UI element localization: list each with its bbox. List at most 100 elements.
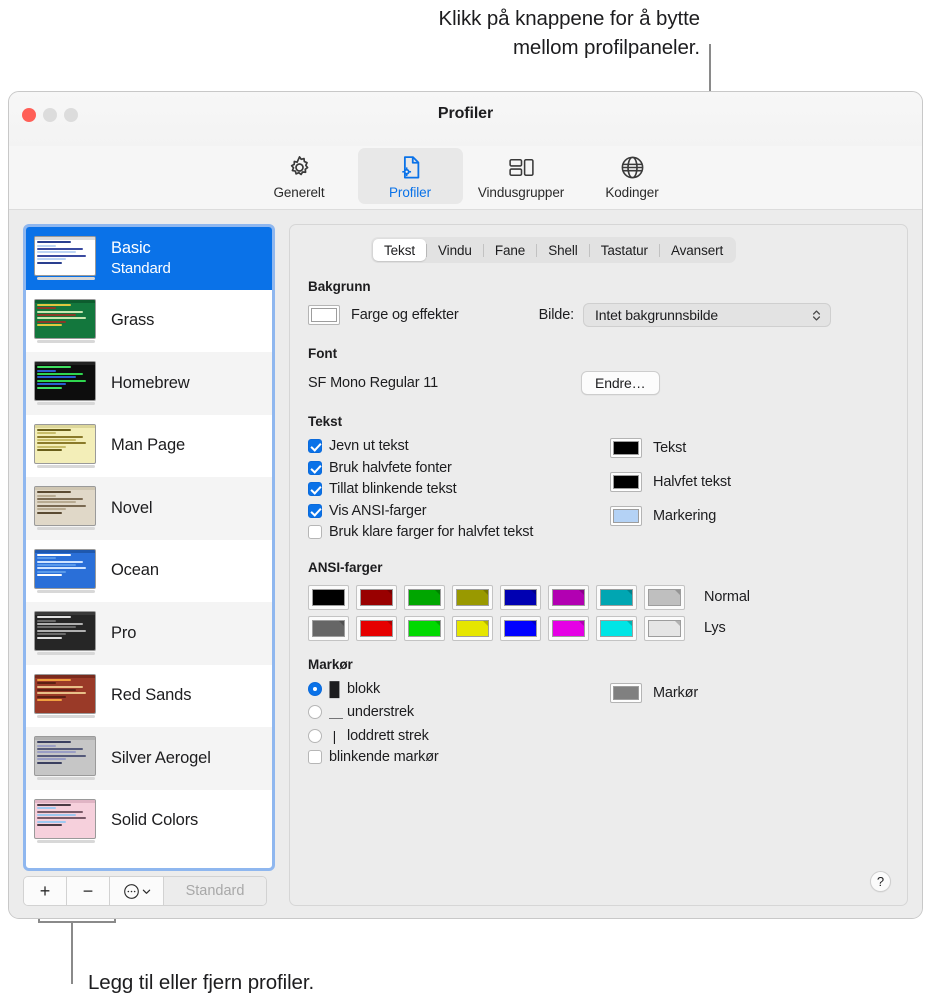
tab-shell[interactable]: Shell [537,239,589,261]
ellipsis-circle-icon [123,883,151,900]
cursor-option-row[interactable]: █ blokk [308,681,610,697]
radio-button[interactable] [308,705,322,719]
text-option-row[interactable]: Tillat blinkende tekst [308,481,610,497]
cursor-option-row[interactable]: ＿ understrek [308,702,610,722]
profile-name: Red Sands [111,686,192,705]
ansi-color-well[interactable] [404,584,445,610]
checkbox-label: Bruk halvfete fonter [329,459,452,476]
sidebar: Basic Standard Grass Homebrew Man Page Novel O… [23,224,275,906]
profile-list-item[interactable]: Homebrew [26,352,272,415]
cursor-color-well[interactable] [610,682,642,703]
profile-name: Solid Colors [111,811,199,830]
minus-icon: − [82,880,94,901]
color-well[interactable] [610,472,642,492]
ansi-color-well[interactable] [644,584,685,610]
background-image-popup[interactable]: Intet bakgrunnsbilde [582,303,831,327]
text-section: Tekst Jevn ut tekst Bruk halvfete fonter T… [308,414,889,546]
tab-label: Tastatur [600,242,648,258]
text-option-row[interactable]: Bruk klare farger for halvfet tekst [308,524,610,540]
profile-text: Silver Aerogel [111,748,211,769]
font-section-title: Font [308,346,338,361]
radio-button[interactable] [308,728,322,743]
color-well[interactable] [610,438,642,458]
toolbar-item-generelt[interactable]: Generelt [247,148,352,204]
tab-avansert[interactable]: Avansert [660,239,734,261]
text-option-row[interactable]: Jevn ut tekst [308,438,610,454]
toolbar-item-kodinger[interactable]: Kodinger [580,148,685,204]
ansi-color-well[interactable] [356,615,397,641]
ansi-color-well[interactable] [452,584,493,610]
profile-text: Basic Standard [111,238,171,279]
checkbox[interactable] [308,525,322,539]
text-option-row[interactable]: Bruk halvfete fonter [308,460,610,476]
background-color-label: Farge og effekter [351,307,459,323]
window-title: Profiler [437,105,494,122]
detail-pane: Tekst Vindu Fane Shell Tastatur Avansert Bakg… [289,224,908,906]
tab-label: Vindu [438,242,472,258]
profile-list-item[interactable]: Red Sands [26,665,272,728]
checkbox[interactable] [308,460,322,475]
ansi-color-well[interactable] [500,615,541,641]
profile-list-item[interactable]: Silver Aerogel [26,727,272,790]
color-well-row: Tekst [610,438,731,458]
profile-list-item[interactable]: Man Page [26,415,272,478]
tab-label: Avansert [670,242,724,258]
cursor-option-row[interactable]: | loddrett strek [308,728,610,744]
ansi-color-row: Normal [308,584,889,610]
profile-list-item[interactable]: Solid Colors [26,790,272,853]
profile-thumbnail [34,236,100,281]
profile-thumbnail [34,673,100,718]
profile-name: Basic [111,238,151,257]
updown-chevron-icon [812,309,821,321]
ansi-color-well[interactable] [308,615,349,641]
color-well[interactable] [610,506,642,526]
ansi-color-well[interactable] [404,615,445,641]
checkbox-label: Tillat blinkende tekst [329,481,457,497]
profile-list-toolbar: + − Standard [23,876,267,906]
tab-tekst[interactable]: Tekst [373,239,427,261]
ansi-color-well[interactable] [356,584,397,610]
ansi-color-well[interactable] [548,584,589,610]
profile-name: Silver Aerogel [111,748,211,767]
cursor-section: Markør █ blokk ＿ understrek | loddrett strek b… [308,657,889,771]
profile-list-item[interactable]: Ocean [26,540,272,603]
remove-profile-button[interactable]: − [67,877,110,905]
checkbox[interactable] [308,750,322,764]
ansi-color-well[interactable] [596,584,637,610]
set-default-button[interactable]: Standard [164,877,266,905]
tab-vindu[interactable]: Vindu [427,239,483,261]
change-font-button[interactable]: Endre… [581,371,660,395]
text-checkbox-group: Jevn ut tekst Bruk halvfete fonter Tillat … [308,438,610,546]
checkbox[interactable] [308,439,322,453]
ansi-color-well[interactable] [500,584,541,610]
toolbar-item-profiler[interactable]: Profiler [357,148,463,204]
tab-label: Tekst [384,242,416,258]
profile-list-item[interactable]: Grass [26,290,272,353]
background-image-label: Bilde: [538,307,575,323]
ansi-color-well[interactable] [596,615,637,641]
ansi-color-well[interactable] [308,584,349,610]
profile-list-item[interactable]: Novel [26,477,272,540]
radio-button[interactable] [308,681,322,696]
help-button[interactable]: ? [870,871,891,892]
ansi-color-well[interactable] [548,615,589,641]
tab-tastatur[interactable]: Tastatur [590,239,659,261]
add-profile-button[interactable]: + [24,877,67,905]
profile-list-item[interactable]: Basic Standard [26,227,272,290]
toolbar-item-vindusgrupper[interactable]: Vindusgrupper [469,148,574,204]
profile-text: Man Page [111,435,185,456]
checkbox[interactable] [308,482,322,496]
text-option-row[interactable]: Vis ANSI-farger [308,503,610,519]
checkbox-label: Jevn ut tekst [329,438,409,454]
background-color-well[interactable] [308,305,340,325]
cursor-blink-row[interactable]: blinkende markør [308,749,610,765]
checkbox[interactable] [308,503,322,518]
ansi-color-well[interactable] [644,615,685,641]
ansi-color-well[interactable] [452,615,493,641]
help-question-icon: ? [876,874,885,889]
profile-list-item[interactable]: Pro [26,602,272,665]
more-actions-button[interactable] [110,877,164,905]
profile-list-inner: Basic Standard Grass Homebrew Man Page Novel O… [26,227,272,868]
tab-fane[interactable]: Fane [484,239,536,261]
profile-list[interactable]: Basic Standard Grass Homebrew Man Page Novel O… [23,224,275,871]
